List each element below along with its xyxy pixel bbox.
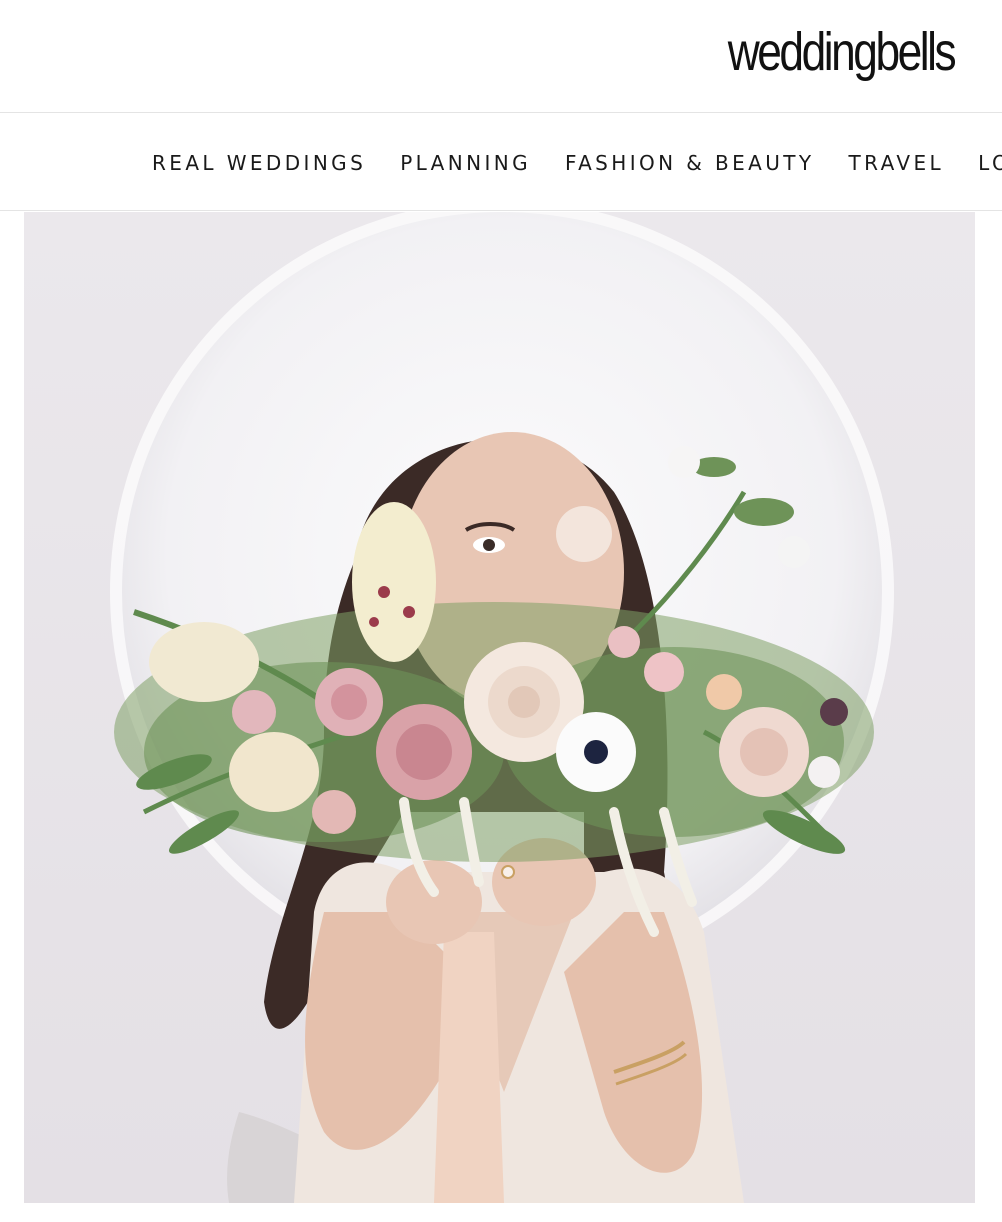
ribbon	[434, 932, 504, 1203]
nav-list: REAL WEDDINGS PLANNING FASHION & BEAUTY …	[152, 151, 1002, 175]
main-nav: REAL WEDDINGS PLANNING FASHION & BEAUTY …	[0, 113, 1002, 211]
site-logo[interactable]: weddingbells	[728, 22, 957, 82]
nav-item-planning[interactable]: PLANNING	[400, 151, 531, 175]
ring	[501, 865, 515, 879]
nav-item-fashion-beauty[interactable]: FASHION & BEAUTY	[565, 151, 815, 175]
site-header: weddingbells	[0, 0, 1002, 113]
nav-item-lo[interactable]: LO	[978, 151, 1002, 175]
left-hand	[386, 860, 482, 944]
nav-item-travel[interactable]: TRAVEL	[849, 151, 945, 175]
bride-bouquet-photo	[24, 212, 975, 1203]
nav-item-real-weddings[interactable]: REAL WEDDINGS	[152, 151, 366, 175]
hero-image[interactable]	[24, 212, 975, 1203]
